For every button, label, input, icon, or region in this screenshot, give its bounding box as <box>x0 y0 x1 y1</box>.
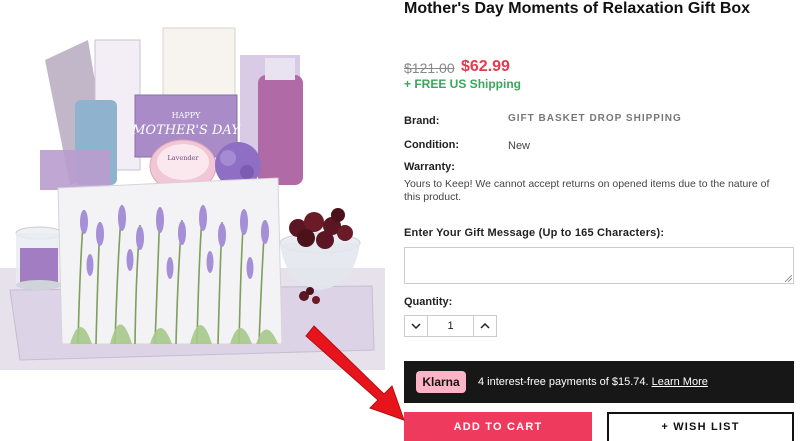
quantity-stepper <box>404 315 497 337</box>
quantity-increase-button[interactable] <box>474 316 496 336</box>
gift-message-input[interactable] <box>404 247 794 284</box>
add-to-cart-button[interactable]: ADD TO CART <box>404 412 592 441</box>
svg-text:MOTHER'S DAY: MOTHER'S DAY <box>131 123 241 138</box>
gift-box-illustration: HAPPY MOTHER'S DAY Lavender <box>0 0 385 370</box>
quantity-label: Quantity: <box>404 296 453 308</box>
free-shipping-label: + FREE US Shipping <box>404 77 522 91</box>
svg-text:HAPPY: HAPPY <box>172 111 202 120</box>
product-image[interactable]: HAPPY MOTHER'S DAY Lavender <box>0 0 385 370</box>
sale-price: $62.99 <box>461 58 510 75</box>
gift-message-label: Enter Your Gift Message (Up to 165 Chara… <box>404 227 665 239</box>
klarna-banner: Klarna 4 interest-free payments of $15.7… <box>404 361 794 403</box>
condition-value: New <box>508 140 531 152</box>
warranty-label: Warranty: <box>404 161 455 173</box>
quantity-decrease-button[interactable] <box>405 316 427 336</box>
klarna-installment-copy: 4 interest-free payments of $15.74. <box>478 376 649 388</box>
chevron-up-icon <box>480 323 490 329</box>
original-price: $121.00 <box>404 60 455 76</box>
product-title: Mother's Day Moments of Relaxation Gift … <box>404 0 751 17</box>
klarna-learn-more-link[interactable]: Learn More <box>652 376 708 388</box>
quantity-input[interactable] <box>427 316 474 336</box>
klarna-logo: Klarna <box>416 371 466 393</box>
condition-label: Condition: <box>404 139 459 151</box>
wish-list-button[interactable]: + WISH LIST <box>607 412 794 441</box>
klarna-installment-text: 4 interest-free payments of $15.74. Learn… <box>478 376 708 388</box>
brand-label: Brand: <box>404 115 440 127</box>
chevron-down-icon <box>411 323 421 329</box>
svg-text:Lavender: Lavender <box>167 154 199 162</box>
brand-value[interactable]: GIFT BASKET DROP SHIPPING <box>508 113 682 124</box>
warranty-text: Yours to Keep! We cannot accept returns … <box>404 178 770 203</box>
